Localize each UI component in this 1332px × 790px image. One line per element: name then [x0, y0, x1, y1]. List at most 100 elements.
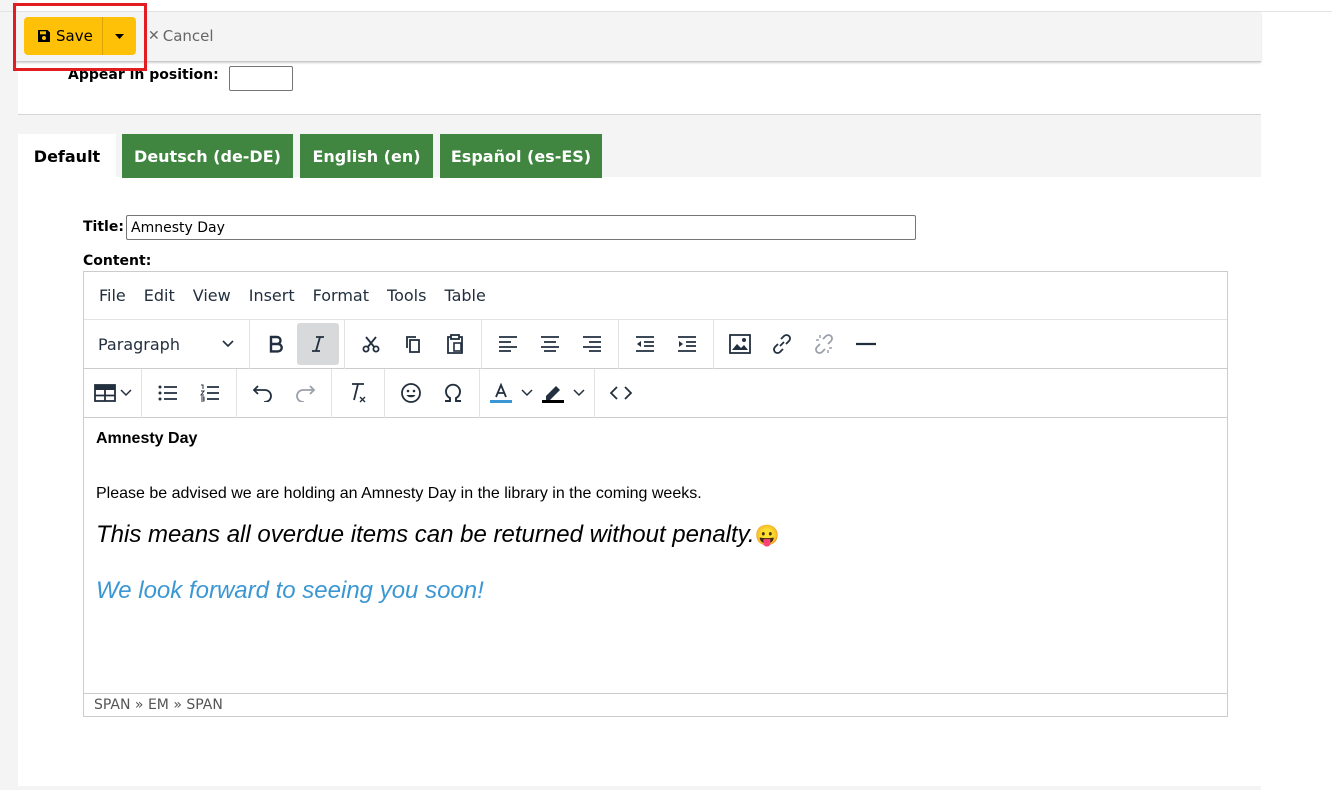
block-format-group: Paragraph — [84, 319, 250, 369]
italic-button[interactable] — [297, 323, 339, 365]
outdent-button[interactable] — [624, 323, 666, 365]
italic-icon — [312, 336, 324, 352]
indent-button[interactable] — [666, 323, 708, 365]
align-right-button[interactable] — [571, 323, 613, 365]
caret-down-icon — [115, 33, 125, 39]
source-code-button[interactable] — [600, 372, 642, 414]
special-character-icon — [445, 383, 461, 402]
copy-icon — [406, 336, 420, 353]
content-emphasis-line: This means all overdue items can be retu… — [96, 521, 1215, 549]
align-left-button[interactable] — [487, 323, 529, 365]
paste-button[interactable] — [434, 323, 476, 365]
editor-toolbar-row-2 — [84, 368, 1227, 418]
tongue-out-emoji: 😛 — [754, 525, 780, 547]
highlight-color-button[interactable] — [537, 372, 589, 414]
tab-label: Español (es-ES) — [450, 146, 592, 166]
paste-icon — [447, 334, 463, 354]
numbered-list-icon — [200, 384, 219, 402]
tab-label: Default — [33, 146, 101, 166]
menu-view[interactable]: View — [184, 286, 240, 305]
link-icon — [773, 334, 791, 354]
formatting-group — [250, 319, 345, 369]
block-format-value: Paragraph — [98, 334, 180, 354]
element-path[interactable]: SPAN » EM » SPAN — [94, 697, 223, 713]
menu-edit[interactable]: Edit — [135, 286, 184, 305]
insert-group — [714, 320, 892, 369]
special-character-button[interactable] — [432, 372, 474, 414]
horizontal-rule-button[interactable] — [845, 323, 887, 365]
code-group — [595, 369, 647, 418]
tab-espanol[interactable]: Español (es-ES) — [440, 134, 602, 178]
list-group — [142, 368, 237, 418]
tab-default[interactable]: Default — [18, 134, 116, 178]
tab-label: Deutsch (de-DE) — [134, 146, 281, 166]
alignment-group — [482, 319, 619, 369]
tab-deutsch[interactable]: Deutsch (de-DE) — [122, 134, 293, 178]
block-format-select[interactable]: Paragraph — [88, 326, 244, 362]
undo-icon — [252, 385, 272, 402]
unlink-button[interactable] — [803, 323, 845, 365]
cut-button[interactable] — [350, 323, 392, 365]
align-left-icon — [499, 336, 517, 352]
insert-image-button[interactable] — [719, 323, 761, 365]
menu-table[interactable]: Table — [435, 286, 494, 305]
left-gutter — [0, 0, 18, 790]
history-group — [237, 368, 332, 418]
table-button[interactable] — [90, 372, 136, 414]
numbered-list-button[interactable] — [189, 372, 231, 414]
text-color-button[interactable] — [485, 372, 537, 414]
align-right-icon — [583, 336, 601, 352]
image-icon — [729, 334, 751, 354]
color-group — [480, 368, 595, 418]
special-insert-group — [385, 368, 480, 418]
save-button[interactable]: Save — [24, 17, 102, 55]
redo-button[interactable] — [284, 372, 326, 414]
chevron-down-icon — [573, 389, 585, 397]
redo-icon — [296, 385, 316, 402]
menu-format[interactable]: Format — [304, 286, 378, 305]
save-button-group: Save — [24, 17, 136, 55]
copy-button[interactable] — [392, 323, 434, 365]
editor-toolbar-row-1: Paragraph — [84, 319, 1227, 369]
cancel-label: Cancel — [162, 27, 214, 45]
rich-text-editor: File Edit View Insert Format Tools Table… — [83, 271, 1228, 717]
text-color-icon — [490, 382, 512, 403]
element-path-statusbar: SPAN » EM » SPAN — [84, 693, 1227, 716]
position-input[interactable] — [229, 66, 293, 91]
clear-formatting-button[interactable] — [337, 372, 379, 414]
content-paragraph: Please be advised we are holding an Amne… — [96, 485, 702, 502]
chevron-down-icon — [120, 389, 132, 397]
undo-button[interactable] — [242, 372, 284, 414]
title-input[interactable] — [126, 215, 916, 240]
close-icon: ✕ — [148, 28, 160, 44]
insert-link-button[interactable] — [761, 323, 803, 365]
editor-content-area[interactable]: Amnesty Day Please be advised we are hol… — [84, 418, 1227, 693]
emoji-button[interactable] — [390, 372, 432, 414]
align-center-icon — [541, 336, 559, 352]
menu-tools[interactable]: Tools — [378, 286, 435, 305]
unlink-icon — [815, 334, 833, 354]
editor-menubar: File Edit View Insert Format Tools Table — [84, 272, 1227, 320]
source-code-icon — [610, 386, 632, 400]
table-icon — [94, 384, 116, 402]
align-center-button[interactable] — [529, 323, 571, 365]
position-label: Appear in position: — [68, 67, 219, 83]
table-group — [84, 368, 142, 418]
content-closing-line: We look forward to seeing you soon! — [96, 577, 484, 604]
cancel-link[interactable]: ✕ Cancel — [148, 27, 214, 45]
outdent-icon — [636, 336, 654, 352]
chevron-down-icon — [521, 389, 533, 397]
chevron-down-icon — [222, 340, 234, 348]
highlight-color-icon — [542, 386, 564, 403]
bottom-strip — [18, 786, 1261, 790]
bullet-list-button[interactable] — [147, 372, 189, 414]
menu-file[interactable]: File — [90, 286, 135, 305]
content-heading: Amnesty Day — [96, 430, 198, 447]
bold-button[interactable] — [255, 323, 297, 365]
content-label: Content: — [83, 253, 152, 269]
content-emphasis-text: This means all overdue items can be retu… — [96, 521, 755, 548]
menu-insert[interactable]: Insert — [240, 286, 304, 305]
tab-english[interactable]: English (en) — [300, 134, 433, 178]
save-options-dropdown[interactable] — [102, 17, 136, 55]
save-button-label: Save — [56, 27, 93, 45]
